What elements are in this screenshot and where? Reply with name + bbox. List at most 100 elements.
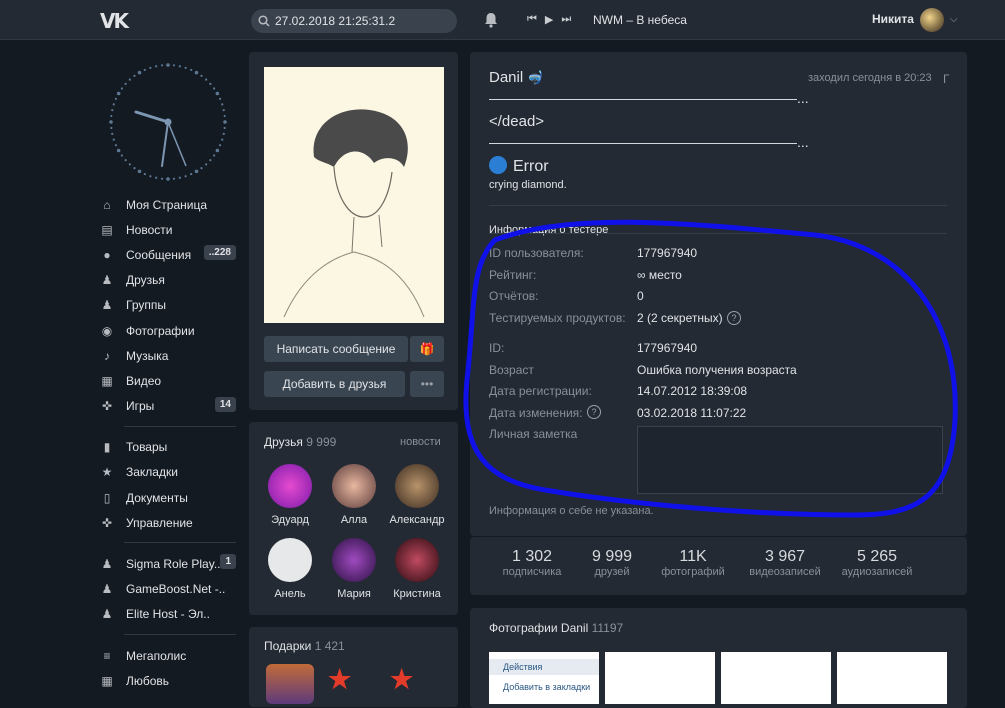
sidebar-item-label: GameBoost.Net -.. (126, 582, 226, 597)
stat-counter[interactable]: 11K фотографий (648, 548, 738, 578)
gift-button[interactable]: 🎁 (410, 336, 444, 362)
clock-widget (109, 63, 227, 181)
photo-menu-bookmark[interactable]: Добавить в закладки (489, 679, 599, 695)
stat-number: 11K (679, 548, 707, 565)
gifts-title[interactable]: Подарки 1 421 (264, 639, 345, 653)
friends-news-link[interactable]: новости (400, 436, 441, 448)
next-icon[interactable]: ⏭ (561, 13, 571, 26)
sidebar: ⌂ Моя Страница ▤ Новости ● Сообщения ..228 ♟ Дру… (100, 192, 236, 693)
avatar[interactable] (920, 8, 944, 32)
friend-item[interactable]: Мария (326, 538, 382, 600)
sidebar-item[interactable]: ⌂ Моя Страница (100, 192, 236, 217)
avatar (332, 464, 376, 508)
status-line[interactable]: Error (489, 156, 549, 176)
more-button[interactable]: ••• (410, 371, 444, 397)
photo-menu-actions[interactable]: Действия (489, 659, 599, 675)
sidebar-item[interactable]: ♟ Друзья (100, 268, 236, 293)
sidebar-item[interactable]: ✜ Управление (100, 510, 236, 535)
sidebar-item-label: Любовь (126, 673, 170, 688)
sidebar-item[interactable]: ◉ Фотографии (100, 318, 236, 343)
gift-item[interactable]: ★ (328, 664, 376, 704)
prev-icon[interactable]: ⏮ (527, 13, 537, 26)
last-seen: заходил сегодня в 20:23 (808, 72, 932, 84)
add-friend-button[interactable]: Добавить в друзья (264, 371, 405, 397)
status-line: crying diamond. (489, 179, 567, 191)
friends-icon: ♟ (101, 273, 113, 288)
status-line[interactable]: </dead> (489, 113, 544, 130)
status-line[interactable]: ——————————————————————... (489, 134, 809, 150)
sketch-portrait (283, 109, 425, 318)
document-icon: ▯ (103, 490, 111, 505)
profile-photo[interactable] (264, 67, 444, 323)
bell-icon[interactable] (484, 12, 498, 28)
search-input[interactable]: 27.02.2018 21:25:31.2 (251, 9, 457, 33)
play-icon[interactable]: ▶ (545, 13, 553, 26)
sidebar-item-label: Фотографии (126, 323, 195, 338)
friend-item[interactable]: Эдуард (262, 464, 318, 526)
sidebar-item[interactable]: ♟ Sigma Role Play... 1 (100, 551, 236, 576)
stat-label: аудиозаписей (841, 566, 913, 578)
photo-thumb[interactable] (605, 652, 715, 704)
chevron-down-icon[interactable]: ⌵ (950, 14, 958, 25)
sidebar-item-label: Товары (126, 440, 168, 455)
send-message-button[interactable]: Написать сообщение (264, 336, 408, 362)
audio-player: ⏮ ▶ ⏭ (527, 13, 571, 26)
sidebar-item-label: Sigma Role Play... (126, 557, 224, 572)
stat-counter[interactable]: 9 999 друзей (567, 548, 657, 578)
friend-name: Эдуард (271, 514, 309, 526)
diamond-icon (489, 156, 507, 174)
group-icon: ♟ (101, 557, 113, 572)
sidebar-item[interactable]: ▦ Любовь (100, 668, 236, 693)
avatar (332, 538, 376, 582)
stat-counter[interactable]: 3 967 видеозаписей (740, 548, 830, 578)
groups-icon: ♟ (101, 298, 113, 313)
sidebar-item[interactable]: ▦ Видео (100, 368, 236, 393)
friends-title[interactable]: Друзья 9 999 (264, 435, 336, 449)
gift-item[interactable]: ★ (390, 664, 438, 704)
photo-thumb[interactable] (837, 652, 947, 704)
stat-number: 1 302 (511, 548, 553, 565)
friend-item[interactable]: Алла (326, 464, 382, 526)
sidebar-item[interactable]: ♪ Музыка (100, 343, 236, 368)
stat-label: фотографий (661, 566, 725, 578)
stat-label: подписчика (502, 566, 562, 578)
sidebar-item[interactable]: ▮ Товары (100, 435, 236, 460)
gift-item[interactable] (266, 664, 314, 704)
sidebar-item-label: Закладки (126, 465, 178, 480)
photo-thumb[interactable] (721, 652, 831, 704)
sidebar-item[interactable]: ★ Закладки (100, 460, 236, 485)
status-line[interactable]: ——————————————————————... (489, 90, 809, 106)
stat-counter[interactable]: 5 265 аудиозаписей (832, 548, 922, 578)
sidebar-item[interactable]: ▯ Документы (100, 485, 236, 510)
sidebar-item[interactable]: ♟ Группы (100, 293, 236, 318)
sidebar-item[interactable]: ✜ Игры 14 (100, 394, 236, 419)
count-badge: 14 (214, 396, 236, 412)
sidebar-item-label: Группы (126, 298, 166, 313)
news-icon: ▤ (101, 222, 113, 237)
avatar (268, 538, 312, 582)
sidebar-item-label: Музыка (126, 348, 169, 363)
photo-thumb[interactable]: Действия Добавить в закладки (489, 652, 599, 704)
sidebar-item[interactable]: ♟ Elite Host - Эл.. (100, 602, 236, 627)
group-icon: ♟ (101, 582, 113, 597)
vk-logo[interactable]: VK (100, 9, 129, 33)
divider (489, 205, 947, 206)
sidebar-item[interactable]: ● Сообщения ..228 (100, 242, 236, 267)
grid-icon: ▦ (101, 673, 113, 688)
friend-item[interactable]: Анель (262, 538, 318, 600)
sidebar-item-label: Мегаполис (126, 648, 187, 663)
stat-counter[interactable]: 1 302 подписчика (487, 548, 577, 578)
sidebar-item[interactable]: ≡ Мегаполис (100, 643, 236, 668)
friend-item[interactable]: Александр (389, 464, 445, 526)
avatar (395, 538, 439, 582)
sidebar-item-label: Новости (126, 222, 173, 237)
user-name[interactable]: Никита (872, 12, 914, 26)
sidebar-item[interactable]: ▤ Новости (100, 217, 236, 242)
sidebar-item-label: Elite Host - Эл.. (126, 607, 210, 622)
count-badge: ..228 (203, 245, 236, 261)
photos-title[interactable]: Фотографии Danil 11197 (489, 621, 623, 635)
friend-item[interactable]: Кристина (389, 538, 445, 600)
track-title[interactable]: NWM – В небеса (593, 13, 687, 27)
sidebar-item-label: Игры (126, 399, 155, 414)
sidebar-item[interactable]: ♟ GameBoost.Net -.. (100, 577, 236, 602)
